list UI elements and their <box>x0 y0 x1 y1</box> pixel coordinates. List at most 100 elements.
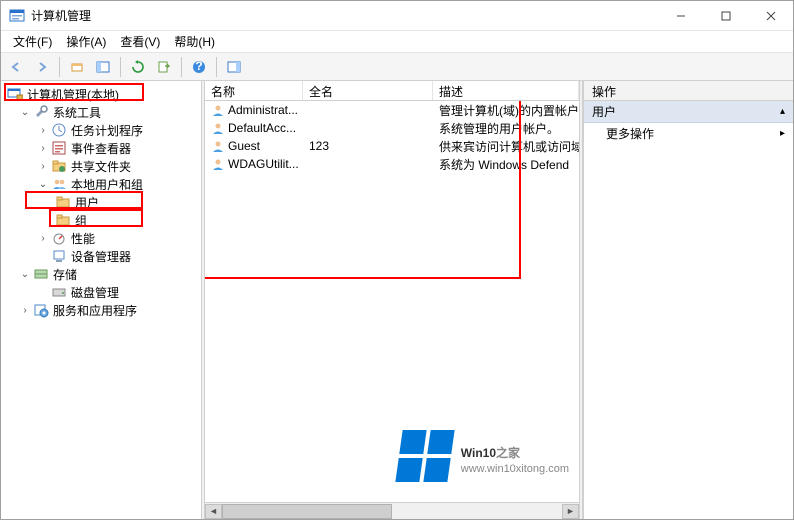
tree-node-disk-mgmt[interactable]: 磁盘管理 <box>33 283 199 301</box>
collapse-icon: ▴ <box>780 106 785 117</box>
performance-icon <box>51 230 67 246</box>
tree-node-performance[interactable]: › 性能 <box>33 229 199 247</box>
watermark-suffix: 之家 <box>496 446 520 460</box>
show-hide-tree-button[interactable] <box>92 56 114 78</box>
folder-icon <box>55 212 71 228</box>
tree-node-groups[interactable]: 组 <box>51 211 199 229</box>
action-more[interactable]: 更多操作 ▸ <box>584 123 793 144</box>
collapse-icon[interactable]: ⌄ <box>19 269 31 280</box>
expand-icon[interactable]: › <box>19 305 31 316</box>
watermark: Win10之家 www.win10xitong.com <box>399 430 569 482</box>
toolbar-separator <box>59 57 60 77</box>
device-icon <box>51 248 67 264</box>
action-section-users[interactable]: 用户 ▴ <box>584 101 793 123</box>
tree-node-shared-folders[interactable]: › 共享文件夹 <box>33 157 199 175</box>
menu-view[interactable]: 查看(V) <box>114 31 166 52</box>
cell-desc: 系统为 Windows Defend <box>433 156 579 173</box>
tree-node-services[interactable]: › 服务和应用程序 <box>15 301 199 319</box>
user-icon <box>211 157 225 171</box>
collapse-icon[interactable]: ⌄ <box>37 179 49 190</box>
nav-back-button[interactable] <box>5 56 27 78</box>
tree-node-task-scheduler[interactable]: › 任务计划程序 <box>33 121 199 139</box>
users-icon <box>51 176 67 192</box>
tree-root[interactable]: 计算机管理(本地) <box>3 85 199 103</box>
event-icon <box>51 140 67 156</box>
menu-action[interactable]: 操作(A) <box>60 31 112 52</box>
cell-name: Guest <box>228 139 260 153</box>
column-header-desc[interactable]: 描述 <box>433 81 579 100</box>
tree-node-storage[interactable]: ⌄ 存储 <box>15 265 199 283</box>
tree-label: 存储 <box>51 266 79 283</box>
cell-desc: 管理计算机(域)的内置帐户 <box>433 102 579 119</box>
app-icon <box>9 8 25 24</box>
tree-node-users[interactable]: 用户 <box>51 193 199 211</box>
user-icon <box>211 121 225 135</box>
tree-node-system-tools[interactable]: ⌄ 系统工具 <box>15 103 199 121</box>
tree-label: 磁盘管理 <box>69 284 121 301</box>
tree-label: 共享文件夹 <box>69 158 133 175</box>
storage-icon <box>33 266 49 282</box>
svg-text:?: ? <box>195 60 202 73</box>
expand-icon[interactable]: › <box>37 143 49 154</box>
horizontal-scrollbar[interactable]: ◄ ► <box>205 502 579 519</box>
export-list-button[interactable] <box>153 56 175 78</box>
expand-icon[interactable]: › <box>37 125 49 136</box>
maximize-button[interactable] <box>703 2 748 30</box>
action-section-label: 用户 <box>592 103 616 120</box>
app-window: 计算机管理 文件(F) 操作(A) 查看(V) 帮助(H) ? <box>0 0 794 520</box>
nav-forward-button[interactable] <box>31 56 53 78</box>
tree-node-event-viewer[interactable]: › 事件查看器 <box>33 139 199 157</box>
toolbar-separator <box>120 57 121 77</box>
cell-desc: 系统管理的用户帐户。 <box>433 120 579 137</box>
scroll-thumb[interactable] <box>222 504 392 519</box>
list-pane: 名称 全名 描述 Administrat...管理计算机(域)的内置帐户Defa… <box>205 81 579 519</box>
tree-label: 任务计划程序 <box>69 122 145 139</box>
table-row[interactable]: DefaultAcc... 系统管理的用户帐户。 <box>205 119 579 137</box>
tree-label: 组 <box>73 212 89 229</box>
help-button[interactable]: ? <box>188 56 210 78</box>
collapse-icon[interactable]: ⌄ <box>19 107 31 118</box>
watermark-brand: Win10 <box>461 446 496 460</box>
table-row[interactable]: WDAGUtilit... 系统为 Windows Defend <box>205 155 579 173</box>
menu-help[interactable]: 帮助(H) <box>168 31 221 52</box>
scroll-left-button[interactable]: ◄ <box>205 504 222 519</box>
tree-node-device-manager[interactable]: 设备管理器 <box>33 247 199 265</box>
action-pane: 操作 用户 ▴ 更多操作 ▸ <box>583 81 793 519</box>
tree-label: 事件查看器 <box>69 140 133 157</box>
expand-icon[interactable]: › <box>37 161 49 172</box>
clock-icon <box>51 122 67 138</box>
workspace: 计算机管理(本地) ⌄ 系统工具 › 任务计划程序 › 事件查看器 › 共享文件… <box>1 81 793 519</box>
cell-name: DefaultAcc... <box>228 121 296 135</box>
expand-icon[interactable]: › <box>37 233 49 244</box>
scroll-right-button[interactable]: ► <box>562 504 579 519</box>
column-header-name[interactable]: 名称 <box>205 81 303 100</box>
user-icon <box>211 139 225 153</box>
window-controls <box>658 2 793 30</box>
menubar: 文件(F) 操作(A) 查看(V) 帮助(H) <box>1 31 793 53</box>
action-pane-header: 操作 <box>584 81 793 101</box>
services-icon <box>33 302 49 318</box>
tree-node-local-users[interactable]: ⌄ 本地用户和组 <box>33 175 199 193</box>
menu-file[interactable]: 文件(F) <box>7 31 58 52</box>
cell-name: WDAGUtilit... <box>228 157 299 171</box>
folder-icon <box>55 194 71 210</box>
tree-label: 性能 <box>69 230 97 247</box>
tree-label: 服务和应用程序 <box>51 302 139 319</box>
cell-desc: 供来宾访问计算机或访问域 <box>433 138 579 155</box>
column-header-fullname[interactable]: 全名 <box>303 81 433 100</box>
tree-label: 系统工具 <box>51 104 103 121</box>
refresh-button[interactable] <box>127 56 149 78</box>
tree-label: 设备管理器 <box>69 248 133 265</box>
shared-folder-icon <box>51 158 67 174</box>
close-button[interactable] <box>748 2 793 30</box>
action-item-label: 更多操作 <box>606 125 654 142</box>
table-row[interactable]: Guest123供来宾访问计算机或访问域 <box>205 137 579 155</box>
minimize-button[interactable] <box>658 2 703 30</box>
tree-pane[interactable]: 计算机管理(本地) ⌄ 系统工具 › 任务计划程序 › 事件查看器 › 共享文件… <box>1 81 201 519</box>
list-body[interactable]: Administrat...管理计算机(域)的内置帐户DefaultAcc...… <box>205 101 579 502</box>
toolbar: ? <box>1 53 793 81</box>
show-action-pane-button[interactable] <box>223 56 245 78</box>
table-row[interactable]: Administrat...管理计算机(域)的内置帐户 <box>205 101 579 119</box>
up-button[interactable] <box>66 56 88 78</box>
toolbar-separator <box>216 57 217 77</box>
